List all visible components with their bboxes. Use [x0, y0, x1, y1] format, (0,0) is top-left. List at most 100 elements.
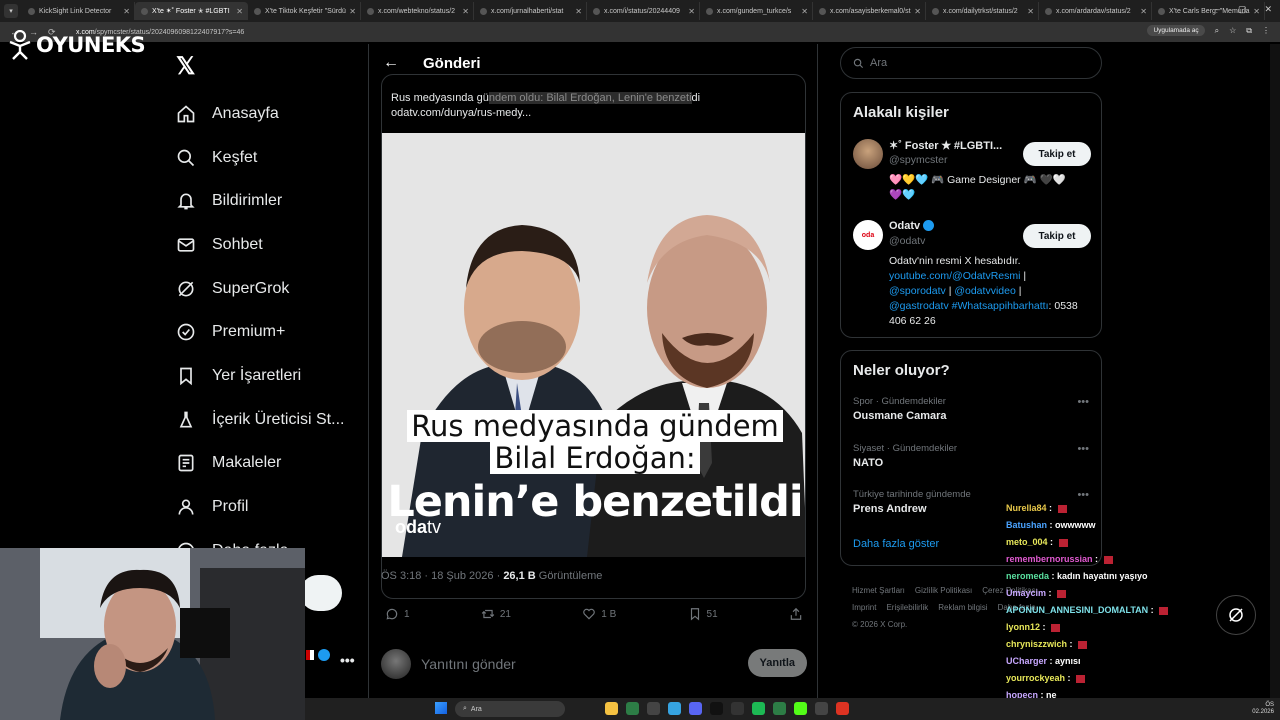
close-tab-icon[interactable]: ✕ — [123, 7, 130, 16]
scrollbar[interactable] — [1270, 44, 1280, 700]
close-tab-icon[interactable]: ✕ — [236, 7, 243, 16]
browser-tab[interactable]: KickSight Link Detector ✕ — [22, 2, 135, 20]
close-tab-icon[interactable]: ✕ — [801, 7, 808, 16]
file-explorer-icon[interactable] — [605, 702, 618, 715]
reply-input[interactable]: Yanıtını gönder — [421, 656, 516, 672]
search-icon — [176, 148, 196, 168]
search-input[interactable]: Ara — [840, 47, 1102, 79]
x-logo-icon[interactable]: 𝕏 — [176, 52, 195, 81]
like-action[interactable]: 1 B — [582, 607, 616, 621]
browser-tab[interactable]: x.com/webtekno/status/2 ✕ — [361, 2, 474, 20]
chat-message: neromeda : kadın hayatını yaşıyo — [1006, 571, 1148, 581]
reply-action[interactable]: 1 — [385, 607, 410, 621]
edge-icon[interactable] — [668, 702, 681, 715]
emote-icon — [1058, 538, 1068, 547]
tab-label: X'te ✶˚ Foster ✭ #LGBTI — [152, 8, 230, 15]
nav-item-3[interactable]: Bildirimler — [176, 179, 344, 223]
kick-icon[interactable] — [794, 702, 807, 715]
close-tab-icon[interactable]: ✕ — [1027, 7, 1034, 16]
quoted-post-card[interactable]: Rus medyasında gündem oldu: Bilal Erdoğa… — [381, 74, 806, 599]
zoom-icon[interactable]: ⌕ — [1215, 26, 1219, 36]
close-window-icon[interactable]: ✕ — [1264, 4, 1272, 15]
app-icon[interactable] — [836, 702, 849, 715]
nav-item-6[interactable]: Premium+ — [176, 310, 344, 354]
account-menu-icon[interactable]: ••• — [340, 652, 355, 668]
star-icon[interactable]: ☆ — [1229, 26, 1236, 35]
quoted-post-link[interactable]: odatv.com/dunya/rus-medy... — [391, 107, 531, 119]
open-in-app-button[interactable]: Uygulamada aç — [1147, 25, 1205, 36]
app-icon[interactable] — [815, 702, 828, 715]
app-icon[interactable] — [647, 702, 660, 715]
back-arrow-icon[interactable]: ← — [383, 54, 399, 72]
chat-message: UCharger : aynısı — [1006, 656, 1081, 666]
emote-icon — [1057, 589, 1067, 598]
nav-item-2[interactable]: Keşfet — [176, 136, 344, 180]
tab-favicon-icon — [254, 7, 261, 15]
browser-tab[interactable]: x.com/ardardav/status/2 ✕ — [1039, 2, 1152, 20]
nav-item-10[interactable]: Profil — [176, 485, 344, 529]
chrome-icon[interactable] — [626, 702, 639, 715]
footer-link[interactable]: Gizlilik Politikası — [915, 586, 972, 595]
minimize-icon[interactable]: – — [1215, 4, 1220, 15]
more-icon[interactable]: ••• — [1077, 443, 1089, 455]
nav-item-5[interactable]: SuperGrok — [176, 267, 344, 311]
close-tab-icon[interactable]: ✕ — [1140, 7, 1147, 16]
avatar[interactable] — [853, 139, 883, 169]
person-icon — [176, 497, 196, 517]
browser-tab[interactable]: X'te ✶˚ Foster ✭ #LGBTI ✕ — [135, 2, 248, 20]
footer-link[interactable]: Imprint — [852, 603, 876, 612]
avatar[interactable] — [381, 649, 411, 679]
close-tab-icon[interactable]: ✕ — [349, 7, 356, 16]
follow-button-odatv[interactable]: Takip et — [1023, 224, 1091, 248]
footer-link[interactable]: Hizmet Şartları — [852, 586, 905, 595]
reply-submit-button[interactable]: Yanıtla — [747, 649, 807, 677]
browser-tab[interactable]: x.com/gundem_turkce/s ✕ — [700, 2, 813, 20]
views-label: Görüntüleme — [538, 570, 603, 582]
chrome-icon[interactable] — [773, 702, 786, 715]
nav-item-1[interactable]: Anasayfa — [176, 92, 344, 136]
post-image[interactable]: Rus medyasında gündem Bilal Erdoğan: Len… — [382, 133, 805, 557]
nav-item-8[interactable]: İçerik Üreticisi St... — [176, 398, 344, 442]
post-button[interactable] — [300, 575, 342, 611]
footer-link[interactable]: Erişilebilirlik — [886, 603, 928, 612]
trend-item[interactable]: Siyaset · Gündemdekiler NATO ••• — [853, 443, 1089, 469]
tab-favicon-icon — [28, 7, 35, 15]
related-people-title: Alakalı kişiler — [853, 104, 949, 121]
share-action[interactable] — [789, 607, 803, 621]
browser-tab[interactable]: x.com/asayisberkemal0/st ✕ — [813, 2, 926, 20]
show-more-link[interactable]: Daha fazla göster — [853, 538, 939, 550]
spotify-icon[interactable] — [752, 702, 765, 715]
close-tab-icon[interactable]: ✕ — [688, 7, 695, 16]
discord-icon[interactable] — [689, 702, 702, 715]
bookmark-action[interactable]: 51 — [688, 607, 718, 621]
more-icon[interactable]: ••• — [1077, 396, 1089, 408]
browser-tab[interactable]: X'te Tiktok Keşfetir "Sürdü ✕ — [248, 2, 361, 20]
close-tab-icon[interactable]: ✕ — [462, 7, 469, 16]
taskbar-clock[interactable]: ÖS 02.2026 — [1252, 702, 1274, 716]
extensions-icon[interactable]: ⧉ — [1246, 26, 1252, 36]
browser-tab[interactable]: x.com/dailytrkst/status/2 ✕ — [926, 2, 1039, 20]
post-timestamp[interactable]: ÖS 3:18 · 18 Şub 2026 · — [381, 570, 500, 582]
footer-link[interactable]: Reklam bilgisi — [938, 603, 987, 612]
app-icon[interactable] — [710, 702, 723, 715]
close-tab-icon[interactable]: ✕ — [914, 7, 921, 16]
windows-start-icon[interactable] — [435, 702, 447, 714]
browser-tab[interactable]: x.com/jurnalhaberti/stat ✕ — [474, 2, 587, 20]
nav-item-7[interactable]: Yer İşaretleri — [176, 354, 344, 398]
maximize-icon[interactable]: ▢ — [1238, 4, 1247, 15]
taskbar-search[interactable]: ⌕ Ara — [455, 701, 565, 717]
chat-username: APONUN_ANNESINI_DOMALTAN — [1006, 605, 1149, 615]
tab-search-button[interactable]: ▾ — [4, 4, 18, 18]
emote-icon — [1051, 623, 1061, 632]
menu-icon[interactable]: ⋮ — [1262, 26, 1270, 35]
close-tab-icon[interactable]: ✕ — [575, 7, 582, 16]
browser-tab-bar: ▾ KickSight Link Detector ✕ X'te ✶˚ Foster… — [0, 0, 1280, 22]
nav-item-9[interactable]: Makaleler — [176, 442, 344, 486]
nav-item-4[interactable]: Sohbet — [176, 223, 344, 267]
app-icon[interactable] — [731, 702, 744, 715]
browser-tab[interactable]: x.com/i/status/20244409 ✕ — [587, 2, 700, 20]
trend-item[interactable]: Spor · Gündemdekiler Ousmane Camara ••• — [853, 396, 1089, 422]
odatv-logo-icon[interactable]: oda — [853, 220, 883, 250]
repost-action[interactable]: 21 — [481, 607, 511, 621]
follow-button-spymcster[interactable]: Takip et — [1023, 142, 1091, 166]
